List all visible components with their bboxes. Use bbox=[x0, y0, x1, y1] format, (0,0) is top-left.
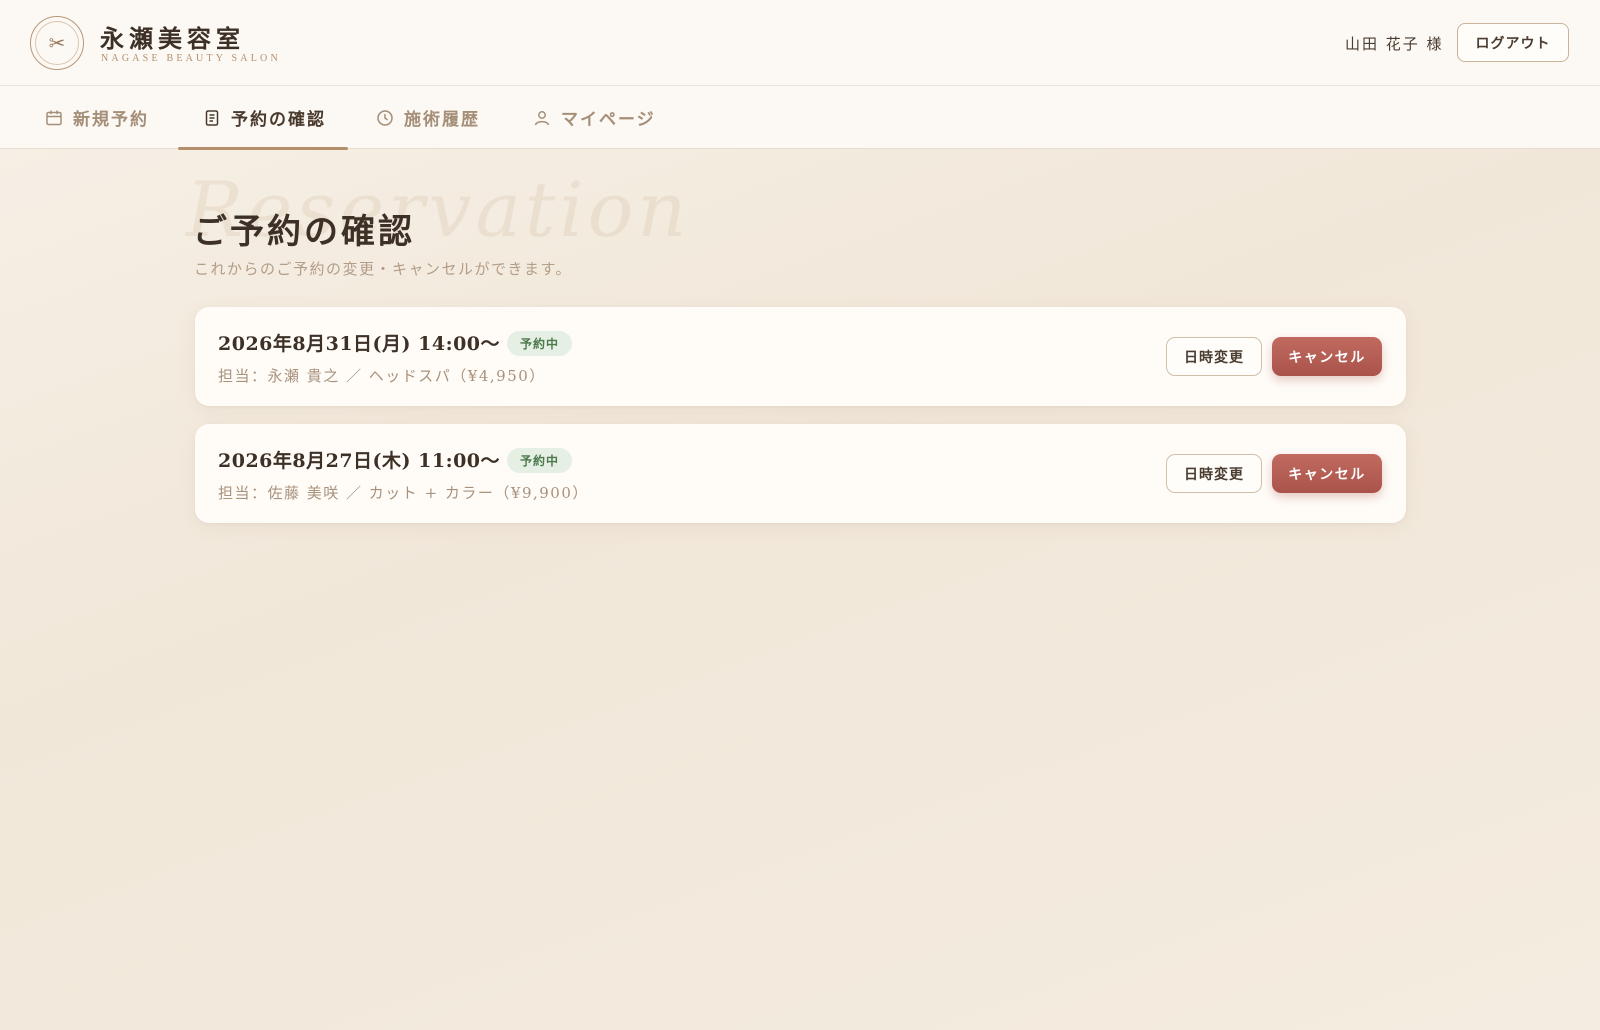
reservation-details: 担当：佐藤 美咲 ／ カット + カラー（¥9,900） bbox=[218, 484, 589, 502]
nav-item-treatment-history[interactable]: 施術履歴 bbox=[376, 86, 480, 149]
nav-item-mypage[interactable]: マイページ bbox=[533, 86, 656, 149]
user-icon bbox=[533, 109, 551, 127]
main-nav: 新規予約 予約の確認 施術履歴 マイページ bbox=[0, 86, 1600, 150]
reservation-date: 2026年8月27日(木) 11:00〜 予約中 bbox=[218, 446, 573, 473]
logout-button[interactable]: ログアウト bbox=[1457, 23, 1569, 62]
reservation-date: 2026年8月31日(月) 14:00〜 予約中 bbox=[218, 329, 573, 356]
reservation-datetime: 2026年8月27日(木) 11:00〜 bbox=[218, 450, 501, 472]
status-badge: 予約中 bbox=[507, 448, 573, 473]
nav-label: マイページ bbox=[561, 110, 656, 130]
clock-icon bbox=[376, 109, 394, 127]
status-badge: 予約中 bbox=[507, 331, 573, 356]
calendar-icon bbox=[45, 109, 63, 127]
nav-label: 施術履歴 bbox=[404, 110, 480, 130]
document-icon bbox=[203, 109, 221, 127]
page-title: ご予約の確認 bbox=[193, 212, 415, 252]
nav-label: 新規予約 bbox=[73, 110, 149, 130]
reservation-card: 2026年8月27日(木) 11:00〜 予約中 担当：佐藤 美咲 ／ カット +… bbox=[195, 424, 1406, 523]
change-datetime-button[interactable]: 日時変更 bbox=[1166, 337, 1262, 376]
nav-item-new-reservation[interactable]: 新規予約 bbox=[45, 86, 149, 149]
reservation-details: 担当：永瀬 貴之 ／ ヘッドスパ（¥4,950） bbox=[218, 367, 546, 385]
cancel-button[interactable]: キャンセル bbox=[1272, 454, 1382, 493]
nav-label: 予約の確認 bbox=[231, 110, 326, 130]
site-header: ✂ 永瀬美容室 NAGASE BEAUTY SALON 山田 花子 様 ログアウ… bbox=[0, 0, 1600, 86]
cancel-button[interactable]: キャンセル bbox=[1272, 337, 1382, 376]
reservation-card: 2026年8月31日(月) 14:00〜 予約中 担当：永瀬 貴之 ／ ヘッドスパ… bbox=[195, 307, 1406, 406]
brand-subtitle: NAGASE BEAUTY SALON bbox=[101, 53, 281, 64]
scissors-icon: ✂ bbox=[48, 31, 66, 55]
user-name: 山田 花子 様 bbox=[1345, 35, 1444, 53]
reservation-datetime: 2026年8月31日(月) 14:00〜 bbox=[218, 333, 501, 355]
brand-name: 永瀬美容室 bbox=[100, 24, 245, 53]
page-description: これからのご予約の変更・キャンセルができます。 bbox=[194, 260, 573, 278]
nav-item-reservation-check[interactable]: 予約の確認 bbox=[178, 86, 348, 150]
salon-logo[interactable]: ✂ bbox=[30, 16, 84, 70]
change-datetime-button[interactable]: 日時変更 bbox=[1166, 454, 1262, 493]
